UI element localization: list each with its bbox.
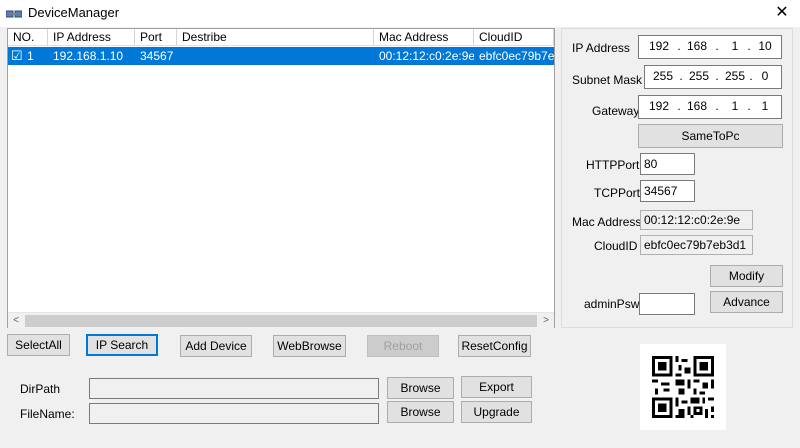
row-no: 1 xyxy=(27,49,34,63)
column-header-port[interactable]: Port xyxy=(135,29,177,46)
ip-address-label: IP Address xyxy=(572,41,630,55)
close-icon[interactable]: ✕ xyxy=(770,2,794,24)
title-bar: DeviceManager ✕ xyxy=(0,0,800,27)
tcp-port-input[interactable]: 34567 xyxy=(640,180,695,202)
tcp-port-label: TCPPort xyxy=(594,186,641,200)
scroll-thumb[interactable] xyxy=(25,315,537,327)
reset-config-button[interactable]: ResetConfig xyxy=(458,335,531,357)
row-mac: 00:12:12:c0:2e:9e xyxy=(379,49,474,63)
cloudid-readonly: ebfc0ec79b7eb3d1 xyxy=(640,235,753,255)
admin-password-label: adminPsw xyxy=(584,297,640,311)
row-describe xyxy=(177,47,374,65)
mac-address-label: Mac Address xyxy=(572,215,642,229)
admin-password-input[interactable] xyxy=(639,293,695,315)
dir-path-input[interactable] xyxy=(89,378,379,399)
export-button[interactable]: Export xyxy=(461,376,532,398)
file-name-input[interactable] xyxy=(89,403,379,424)
column-header-cloudid[interactable]: CloudID xyxy=(474,29,554,46)
column-header-ip[interactable]: IP Address xyxy=(48,29,135,46)
ip-search-button[interactable]: IP Search xyxy=(86,334,158,356)
browse-file-button[interactable]: Browse xyxy=(387,401,454,423)
add-device-button[interactable]: Add Device xyxy=(180,335,252,357)
advance-button[interactable]: Advance xyxy=(710,291,783,313)
network-settings-panel: IP Address 192 . 168 . 1 . 10 Subnet Mas… xyxy=(561,28,793,328)
row-ip: 192.168.1.10 xyxy=(53,49,124,63)
web-browse-button[interactable]: WebBrowse xyxy=(273,335,346,357)
http-port-input[interactable]: 80 xyxy=(640,153,695,175)
qr-code-icon xyxy=(640,344,726,430)
file-name-label: FileName: xyxy=(20,407,75,421)
dir-path-label: DirPath xyxy=(20,382,61,396)
gateway-label: Gateway xyxy=(592,104,640,118)
modify-button[interactable]: Modify xyxy=(710,265,783,287)
http-port-label: HTTPPort xyxy=(586,158,640,172)
gateway-field[interactable]: 192 . 168 . 1 . 1 xyxy=(638,95,782,119)
column-header-mac[interactable]: Mac Address xyxy=(374,29,474,46)
browse-dir-button[interactable]: Browse xyxy=(387,377,454,399)
scroll-right-icon[interactable]: > xyxy=(538,313,554,329)
subnet-mask-field[interactable]: 255 . 255 . 255 . 0 xyxy=(644,65,782,89)
table-row[interactable]: ☑ 1 192.168.1.10 34567 00:12:12:c0:2e:9e… xyxy=(8,47,554,65)
cloudid-label: CloudID xyxy=(594,239,638,253)
device-list[interactable]: NO. IP Address Port Destribe Mac Address… xyxy=(7,28,555,328)
ip-address-field[interactable]: 192 . 168 . 1 . 10 xyxy=(638,35,782,59)
row-port: 34567 xyxy=(140,49,174,63)
network-devices-icon xyxy=(5,8,23,20)
row-cloudid: ebfc0ec79b7eb3d1 xyxy=(479,49,554,63)
mac-address-readonly: 00:12:12:c0:2e:9e xyxy=(640,210,753,230)
select-all-button[interactable]: SelectAll xyxy=(7,334,70,356)
reboot-button[interactable]: Reboot xyxy=(367,335,439,357)
column-header-no[interactable]: NO. xyxy=(8,29,48,46)
column-header-describe[interactable]: Destribe xyxy=(177,29,374,46)
window-title: DeviceManager xyxy=(28,5,120,20)
upgrade-button[interactable]: Upgrade xyxy=(461,401,532,423)
same-to-pc-button[interactable]: SameToPc xyxy=(638,124,783,148)
subnet-mask-label: Subnet Mask xyxy=(572,73,643,87)
horizontal-scrollbar[interactable]: < > xyxy=(8,312,554,328)
scroll-left-icon[interactable]: < xyxy=(8,313,24,329)
